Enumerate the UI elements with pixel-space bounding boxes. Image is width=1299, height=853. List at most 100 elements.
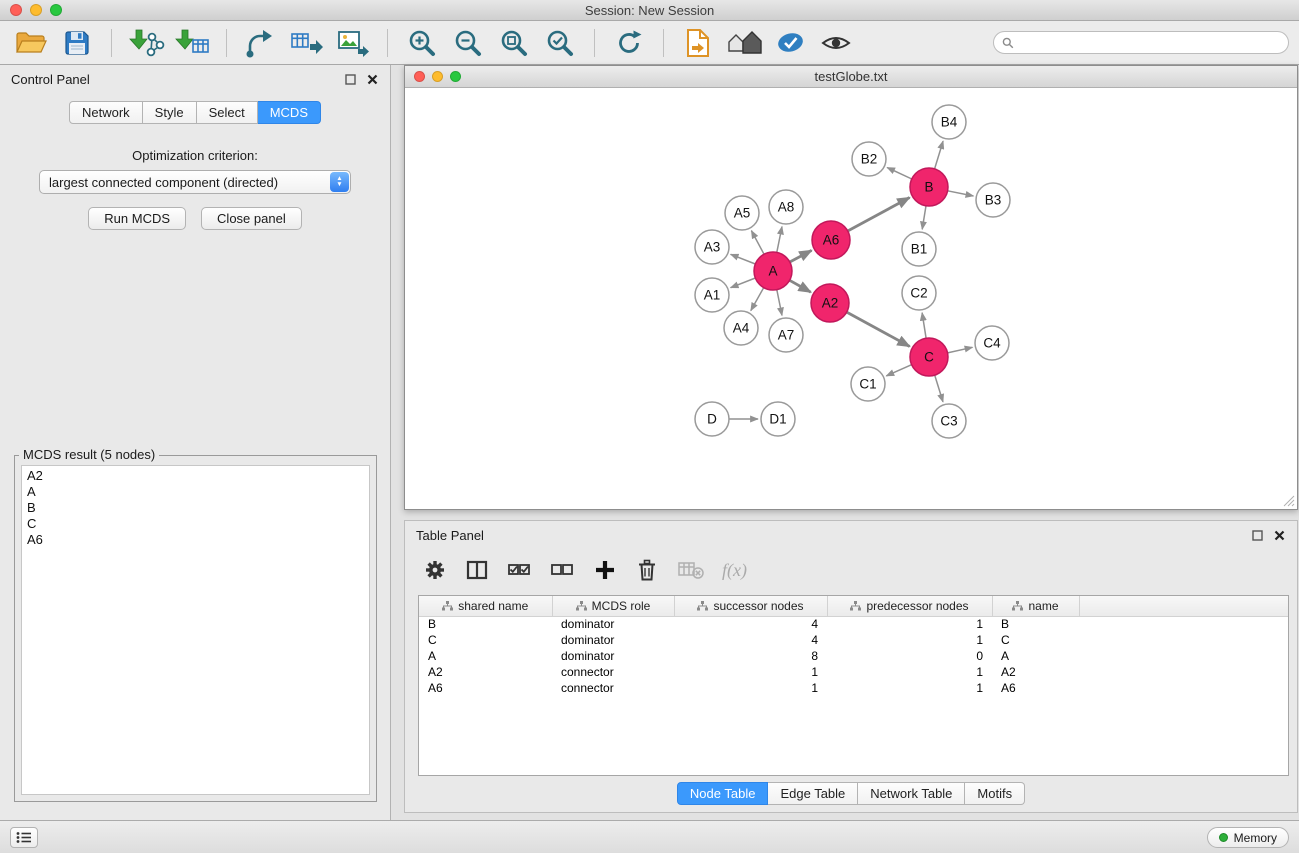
table-tab-edge-table[interactable]: Edge Table (768, 782, 858, 805)
network-edge[interactable] (922, 313, 926, 338)
network-edge[interactable] (731, 254, 756, 264)
task-history-button[interactable] (10, 827, 38, 848)
select-all-button[interactable] (507, 557, 532, 583)
cell[interactable]: 4 (674, 632, 827, 648)
float-panel-button[interactable] (344, 73, 357, 86)
network-node-B2[interactable]: B2 (852, 142, 886, 176)
column-header-shared-name[interactable]: shared name (419, 596, 552, 616)
network-edge[interactable] (887, 168, 912, 180)
network-edge[interactable] (848, 198, 910, 232)
network-edge[interactable] (948, 347, 973, 353)
network-node-C1[interactable]: C1 (851, 367, 885, 401)
close-window-icon[interactable] (10, 4, 22, 16)
home-button[interactable] (723, 24, 765, 62)
settings-gear-button[interactable] (423, 557, 447, 583)
delete-table-button[interactable] (677, 557, 704, 583)
network-node-A3[interactable]: A3 (695, 230, 729, 264)
cell[interactable]: A2 (992, 664, 1079, 680)
cell[interactable]: A (992, 648, 1079, 664)
cell[interactable]: connector (552, 664, 674, 680)
control-tab-mcds[interactable]: MCDS (258, 101, 321, 124)
close-panel-action-button[interactable]: Close panel (201, 207, 302, 230)
check-badge-button[interactable] (769, 24, 811, 62)
cell[interactable]: A6 (992, 680, 1079, 696)
network-edge[interactable] (777, 290, 782, 316)
cell[interactable]: 8 (674, 648, 827, 664)
search-input[interactable] (1019, 36, 1280, 50)
refresh-button[interactable] (608, 24, 650, 62)
export-image-button[interactable] (332, 24, 374, 62)
cell[interactable]: C (419, 632, 552, 648)
delete-column-button[interactable] (635, 557, 659, 583)
zoom-fit-button[interactable] (493, 24, 535, 62)
cell[interactable]: dominator (552, 632, 674, 648)
cell[interactable]: 1 (827, 680, 992, 696)
control-tab-network[interactable]: Network (69, 101, 143, 124)
add-column-button[interactable] (593, 557, 617, 583)
network-edge[interactable] (935, 141, 944, 169)
import-network-button[interactable] (125, 24, 167, 62)
network-node-B4[interactable]: B4 (932, 105, 966, 139)
network-node-A[interactable]: A (754, 252, 792, 290)
network-node-A2[interactable]: A2 (811, 284, 849, 322)
cell[interactable]: A2 (419, 664, 552, 680)
node-table[interactable]: shared name MCDS role successor nodes pr… (418, 595, 1289, 776)
table-row[interactable]: Cdominator41C (419, 632, 1288, 648)
network-edge[interactable] (731, 278, 756, 288)
network-node-C3[interactable]: C3 (932, 404, 966, 438)
control-tab-select[interactable]: Select (197, 101, 258, 124)
network-node-C[interactable]: C (910, 338, 948, 376)
network-node-B[interactable]: B (910, 168, 948, 206)
network-edge[interactable] (935, 375, 943, 402)
minimize-window-icon[interactable] (30, 4, 42, 16)
cell[interactable]: 1 (827, 616, 992, 632)
network-edge[interactable] (922, 206, 926, 230)
table-float-panel-button[interactable] (1251, 529, 1264, 542)
network-node-C2[interactable]: C2 (902, 276, 936, 310)
zoom-selected-button[interactable] (539, 24, 581, 62)
network-edge[interactable] (886, 365, 911, 376)
network-node-B1[interactable]: B1 (902, 232, 936, 266)
column-header-MCDS-role[interactable]: MCDS role (552, 596, 674, 616)
zoom-in-button[interactable] (401, 24, 443, 62)
eye-button[interactable] (815, 24, 857, 62)
network-maximize-icon[interactable] (450, 71, 461, 82)
import-table-button[interactable] (171, 24, 213, 62)
column-header-name[interactable]: name (992, 596, 1079, 616)
cell[interactable]: 1 (674, 664, 827, 680)
network-node-C4[interactable]: C4 (975, 326, 1009, 360)
export-table-button[interactable] (286, 24, 328, 62)
network-node-A6[interactable]: A6 (812, 221, 850, 259)
network-edge[interactable] (751, 288, 764, 311)
cell[interactable]: 1 (827, 664, 992, 680)
function-builder-button[interactable]: f(x) (722, 557, 747, 583)
deselect-all-button[interactable] (550, 557, 575, 583)
cell[interactable]: dominator (552, 648, 674, 664)
network-node-A1[interactable]: A1 (695, 278, 729, 312)
network-node-A5[interactable]: A5 (725, 196, 759, 230)
table-row[interactable]: A6connector11A6 (419, 680, 1288, 696)
maximize-window-icon[interactable] (50, 4, 62, 16)
table-row[interactable]: Adominator80A (419, 648, 1288, 664)
optimization-criterion-select[interactable]: largest connected component (directed) ▲… (39, 170, 351, 194)
cell[interactable]: 4 (674, 616, 827, 632)
network-node-D1[interactable]: D1 (761, 402, 795, 436)
network-node-B3[interactable]: B3 (976, 183, 1010, 217)
table-close-panel-button[interactable] (1273, 529, 1286, 542)
close-panel-button[interactable] (366, 73, 379, 86)
export-network-button[interactable] (240, 24, 282, 62)
network-edge[interactable] (751, 231, 764, 255)
cell[interactable]: A6 (419, 680, 552, 696)
network-minimize-icon[interactable] (432, 71, 443, 82)
network-node-D[interactable]: D (695, 402, 729, 436)
run-mcds-button[interactable]: Run MCDS (88, 207, 186, 230)
network-edge[interactable] (777, 227, 782, 253)
network-edge[interactable] (790, 280, 811, 292)
network-edge[interactable] (948, 191, 974, 196)
cell[interactable]: connector (552, 680, 674, 696)
network-node-A4[interactable]: A4 (724, 311, 758, 345)
zoom-out-button[interactable] (447, 24, 489, 62)
table-tab-motifs[interactable]: Motifs (965, 782, 1025, 805)
control-tab-style[interactable]: Style (143, 101, 197, 124)
network-edge[interactable] (790, 250, 812, 262)
